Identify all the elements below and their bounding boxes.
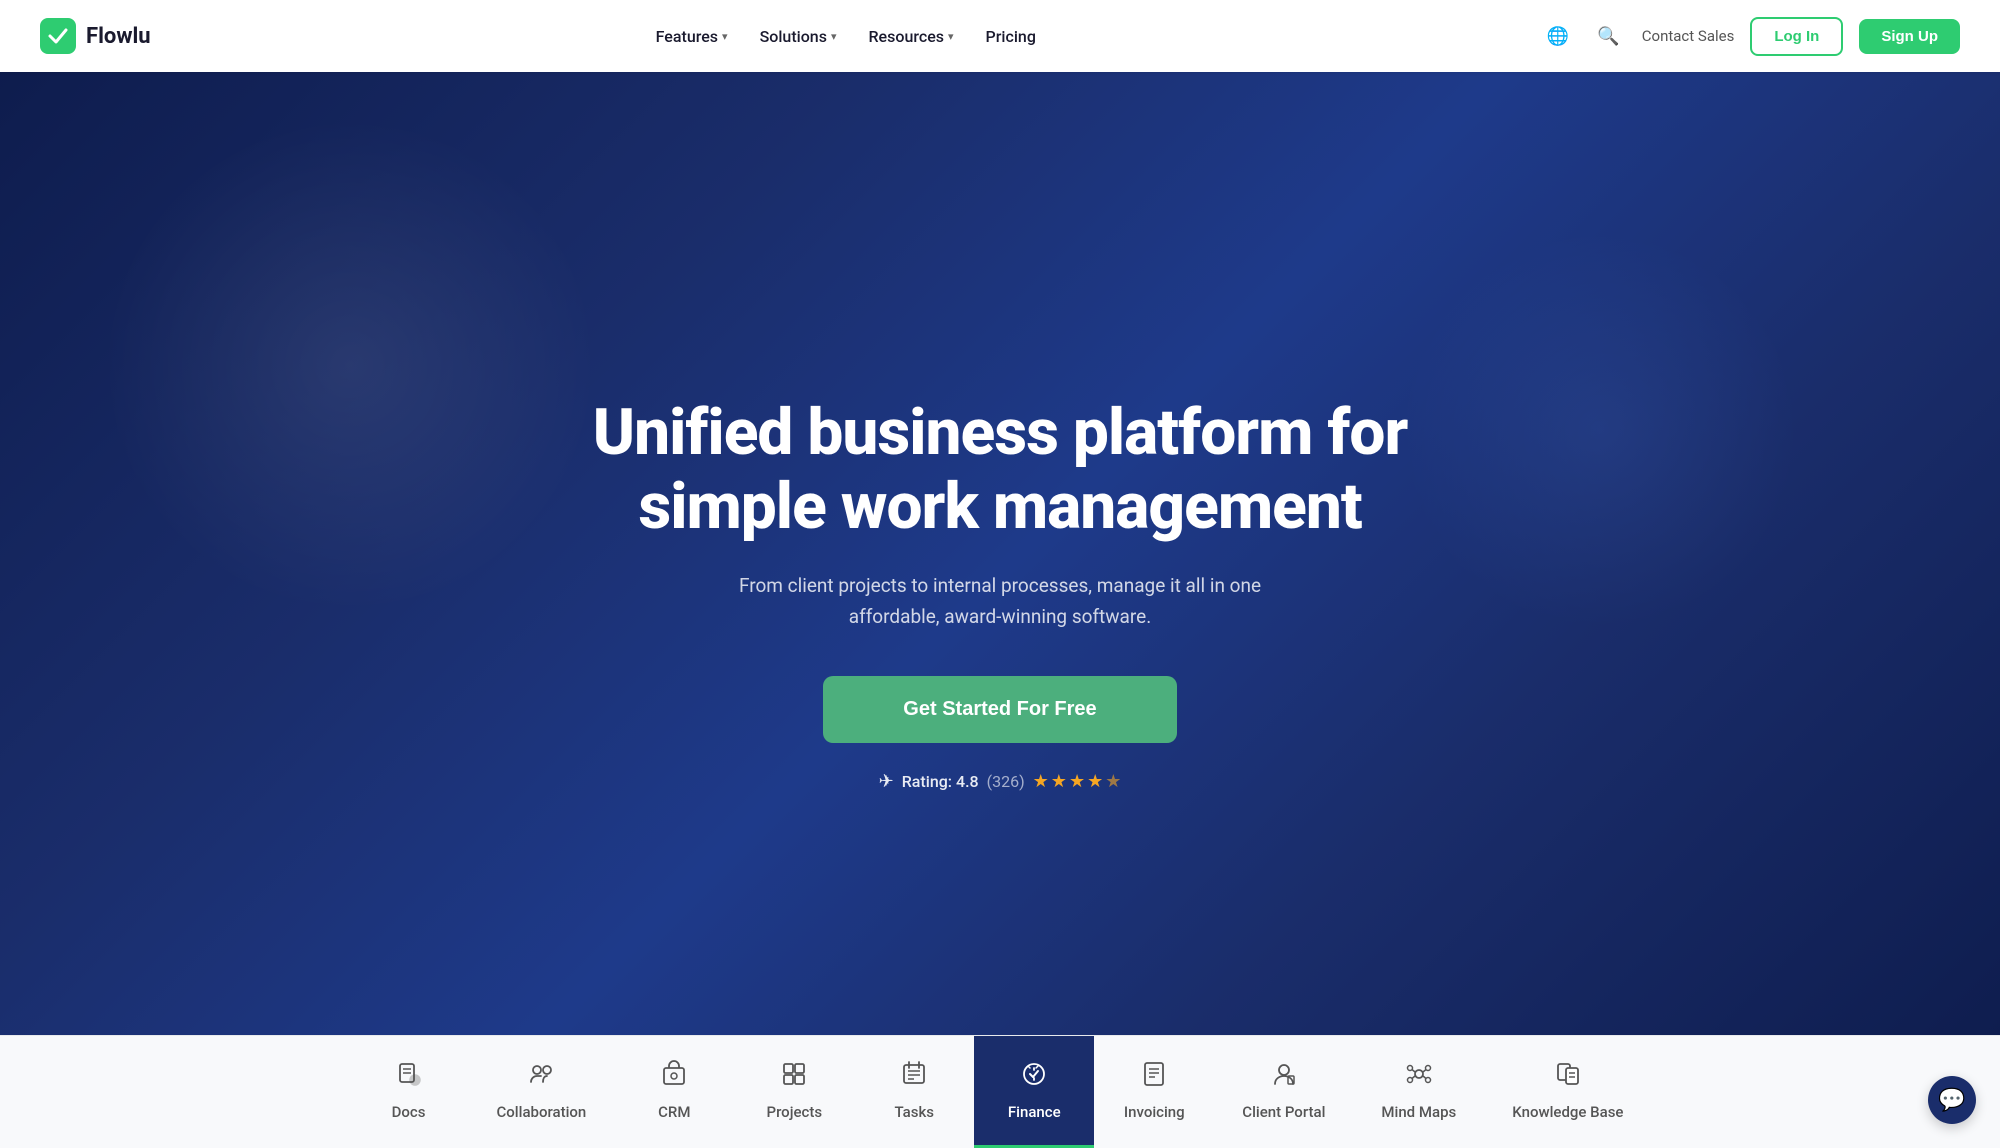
hero-title: Unified business platform for simple wor…	[593, 396, 1408, 543]
tab-icon-invoicing	[1140, 1060, 1168, 1093]
tab-icon-tasks	[900, 1060, 928, 1093]
tab-label-collaboration: Collaboration	[497, 1103, 587, 1121]
tab-icon-docs	[395, 1060, 423, 1093]
tab-label-client-portal: Client Portal	[1242, 1103, 1325, 1121]
tab-icon-crm	[660, 1060, 688, 1093]
get-started-button[interactable]: Get Started For Free	[823, 676, 1176, 743]
nav-link-resources[interactable]: Resources ▾	[854, 19, 967, 54]
chat-widget[interactable]: 💬	[1928, 1076, 1976, 1124]
tab-item-client-portal[interactable]: Client Portal	[1214, 1036, 1353, 1148]
feature-tabs: Docs Collaboration CRM Projects Tasks Fi…	[0, 1035, 2000, 1148]
tab-item-finance[interactable]: Finance	[974, 1036, 1094, 1148]
search-icon-button[interactable]: 🔍	[1591, 20, 1625, 53]
nav-link-solutions[interactable]: Solutions ▾	[746, 19, 851, 54]
star-3: ★	[1069, 771, 1085, 792]
signup-button[interactable]: Sign Up	[1859, 19, 1960, 54]
logo-icon	[40, 18, 76, 54]
star-rating: ★ ★ ★ ★ ★	[1033, 771, 1122, 792]
rating-text: Rating: 4.8	[902, 772, 979, 791]
nav-link-features[interactable]: Features ▾	[642, 19, 742, 54]
navbar: Flowlu Features ▾ Solutions ▾ Resources …	[0, 0, 2000, 72]
contact-sales-link[interactable]: Contact Sales	[1642, 27, 1735, 45]
tab-label-invoicing: Invoicing	[1124, 1103, 1185, 1121]
chevron-down-icon: ▾	[948, 30, 954, 43]
tab-icon-projects	[780, 1060, 808, 1093]
nav-link-pricing[interactable]: Pricing	[972, 19, 1050, 54]
tab-label-finance: Finance	[1008, 1103, 1061, 1121]
tab-item-mind-maps[interactable]: Mind Maps	[1353, 1036, 1484, 1148]
tab-item-tasks[interactable]: Tasks	[854, 1036, 974, 1148]
hero-content: Unified business platform for simple wor…	[593, 396, 1408, 792]
star-2: ★	[1051, 771, 1067, 792]
tab-label-knowledge-base: Knowledge Base	[1512, 1103, 1623, 1121]
tab-label-projects: Projects	[767, 1103, 823, 1121]
logo-text: Flowlu	[86, 24, 151, 49]
tab-icon-knowledge-base	[1554, 1060, 1582, 1093]
tab-label-crm: CRM	[658, 1103, 690, 1121]
tab-label-mind-maps: Mind Maps	[1381, 1103, 1456, 1121]
tab-icon-finance	[1020, 1060, 1048, 1093]
chevron-down-icon: ▾	[831, 30, 837, 43]
rating-icon: ✈	[879, 771, 894, 792]
tab-item-knowledge-base[interactable]: Knowledge Base	[1484, 1036, 1651, 1148]
tab-item-crm[interactable]: CRM	[614, 1036, 734, 1148]
chat-icon: 💬	[1938, 1088, 1965, 1113]
hero-subtitle: From client projects to internal process…	[700, 571, 1300, 632]
hero-section: Unified business platform for simple wor…	[0, 0, 2000, 1148]
nav-right: 🌐 🔍 Contact Sales Log In Sign Up	[1541, 17, 1960, 56]
tab-label-tasks: Tasks	[895, 1103, 935, 1121]
rating-count: (326)	[987, 772, 1025, 791]
tab-icon-collaboration	[527, 1060, 555, 1093]
tab-icon-client-portal	[1270, 1060, 1298, 1093]
tab-item-invoicing[interactable]: Invoicing	[1094, 1036, 1214, 1148]
star-1: ★	[1033, 771, 1049, 792]
star-4: ★	[1087, 771, 1103, 792]
tab-icon-mind-maps	[1405, 1060, 1433, 1093]
rating-row: ✈ Rating: 4.8 (326) ★ ★ ★ ★ ★	[593, 771, 1408, 792]
star-5-half: ★	[1105, 771, 1121, 792]
tab-item-collaboration[interactable]: Collaboration	[469, 1036, 615, 1148]
tab-item-projects[interactable]: Projects	[734, 1036, 854, 1148]
tabs-row: Docs Collaboration CRM Projects Tasks Fi…	[0, 1036, 2000, 1148]
nav-links: Features ▾ Solutions ▾ Resources ▾ Prici…	[642, 19, 1050, 54]
chevron-down-icon: ▾	[722, 30, 728, 43]
tab-label-docs: Docs	[392, 1103, 426, 1121]
tab-item-docs[interactable]: Docs	[349, 1036, 469, 1148]
globe-icon-button[interactable]: 🌐	[1541, 20, 1575, 53]
logo[interactable]: Flowlu	[40, 18, 151, 54]
login-button[interactable]: Log In	[1750, 17, 1843, 56]
